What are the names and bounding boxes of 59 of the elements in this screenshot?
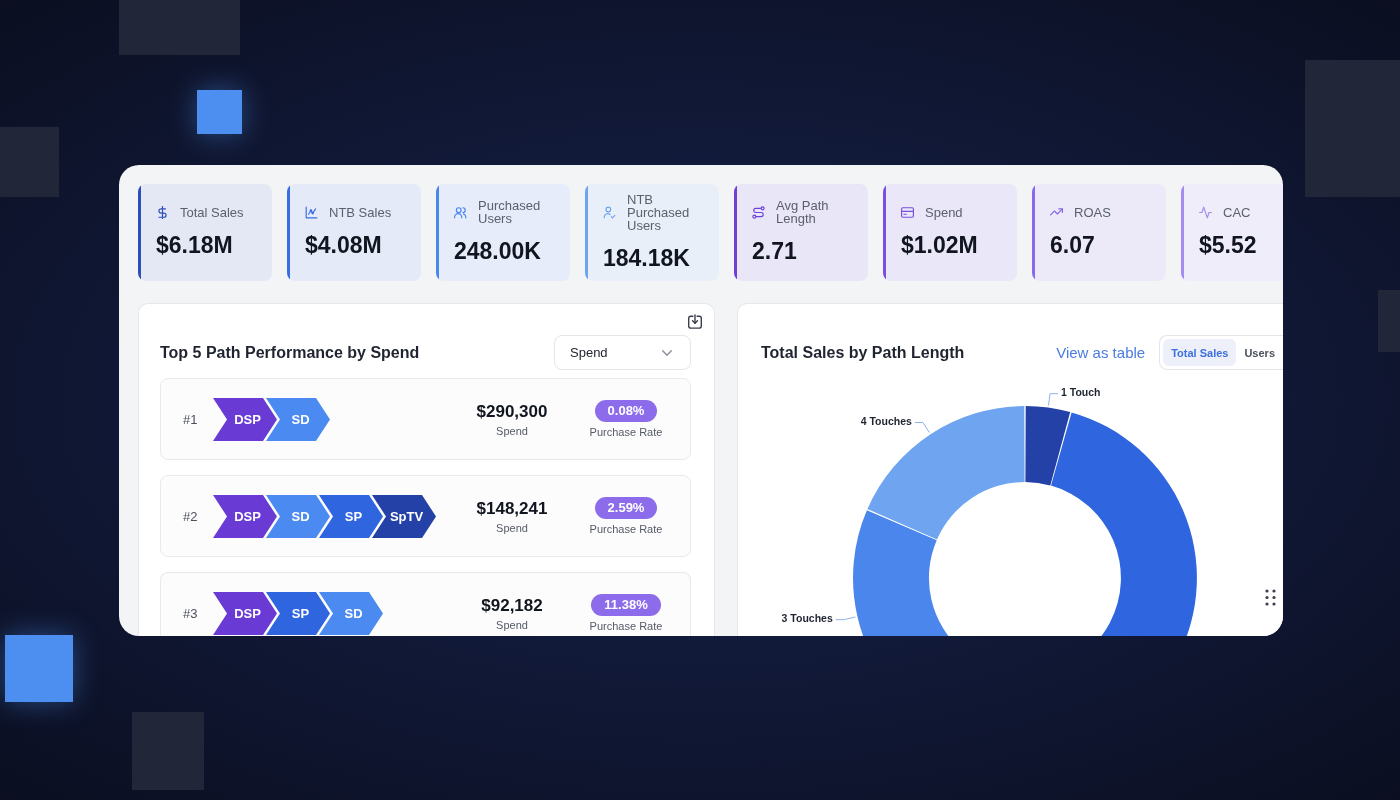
toggle-option[interactable]: Users — [1236, 339, 1283, 366]
kpi-value: $4.08M — [305, 232, 382, 258]
kpi-value: 248.00K — [454, 239, 541, 264]
slice-label: 3 Touches — [781, 612, 833, 625]
kpi-value: 2.71 — [752, 239, 797, 264]
kpi-label: CAC — [1223, 205, 1251, 219]
credit-card-icon — [901, 205, 914, 219]
route-icon — [752, 205, 765, 219]
rank-label: #3 — [183, 606, 199, 621]
spend-value: $148,241 — [476, 498, 548, 519]
kpi-value: 6.07 — [1050, 232, 1095, 258]
leader-line — [835, 616, 856, 621]
drag-handle-icon[interactable] — [1265, 589, 1276, 606]
kpi-label: Spend — [925, 205, 963, 219]
spend-label: Spend — [496, 424, 528, 438]
leader-line — [914, 422, 930, 434]
path-step: SpTV — [372, 495, 436, 538]
rate-badge: 11.38% — [591, 594, 661, 616]
rank-label: #1 — [183, 412, 199, 427]
slice-label: 1 Touch — [1061, 386, 1101, 399]
path-step: SD — [319, 592, 383, 635]
kpi-label: NTB Purchased Users — [627, 192, 691, 232]
kpi-value: 184.18K — [603, 245, 690, 271]
decorative-square — [5, 635, 73, 702]
kpi-value: $6.18M — [156, 232, 233, 258]
path-step: SD — [266, 398, 330, 441]
spend-label: Spend — [496, 618, 528, 632]
slice-label: 4 Touches — [860, 415, 912, 428]
decorative-square — [197, 90, 242, 134]
metric-dropdown[interactable]: Spend — [554, 335, 691, 370]
users-icon — [454, 205, 467, 219]
kpi-label: Avg Path Length — [776, 199, 830, 225]
purchase-rate-label: Purchase Rate — [589, 523, 663, 536]
purchase-rate-label: Purchase Rate — [589, 426, 663, 439]
leader-line — [1047, 393, 1059, 407]
dollar-icon — [156, 205, 169, 219]
kpi-label: NTB Sales — [329, 205, 392, 219]
line-chart-icon — [305, 205, 318, 219]
chevron-down-icon — [662, 349, 672, 356]
kpi-value: $5.52 — [1199, 232, 1257, 258]
spend-value: $290,300 — [476, 401, 548, 422]
rate-badge: 0.08% — [594, 400, 658, 422]
view-as-table-link[interactable]: View as table — [1056, 344, 1146, 361]
panel-title: Total Sales by Path Length — [761, 343, 965, 362]
rank-label: #2 — [183, 509, 199, 524]
user-check-icon — [603, 205, 616, 219]
download-icon[interactable] — [688, 314, 702, 329]
purchase-rate-label: Purchase Rate — [589, 620, 663, 633]
kpi-label: ROAS — [1074, 205, 1111, 219]
panel-title: Top 5 Path Performance by Spend — [160, 343, 420, 362]
pulse-icon — [1199, 205, 1212, 219]
kpi-label: Purchased Users — [478, 199, 542, 225]
kpi-label: Total Sales — [180, 205, 244, 219]
rate-badge: 2.59% — [594, 497, 658, 519]
spend-value: $92,182 — [481, 595, 543, 616]
toggle-option[interactable]: Total Sales — [1163, 339, 1237, 366]
spend-label: Spend — [496, 521, 528, 535]
trending-up-icon — [1050, 205, 1063, 219]
kpi-value: $1.02M — [901, 232, 978, 258]
